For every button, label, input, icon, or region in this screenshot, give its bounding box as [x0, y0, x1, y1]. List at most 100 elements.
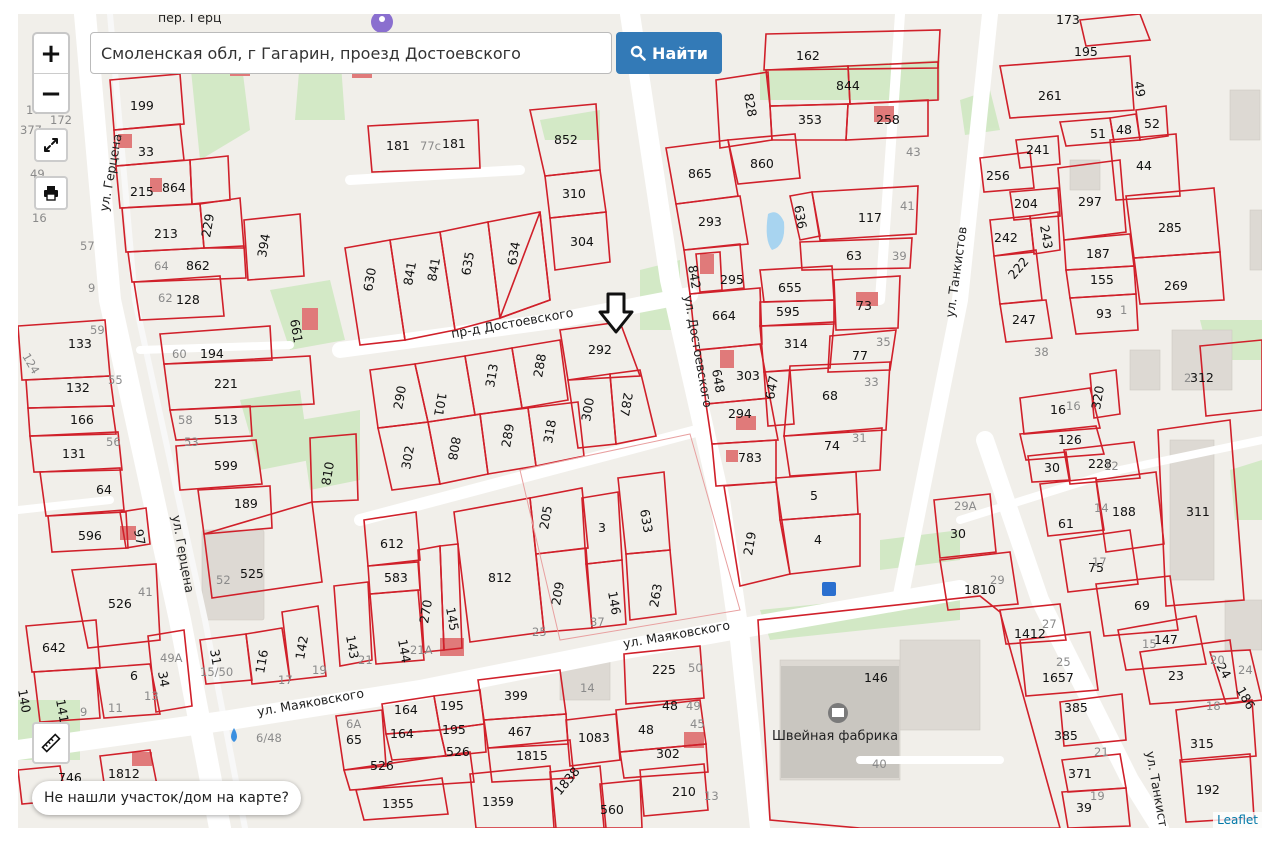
print-button[interactable]: [34, 176, 68, 210]
parcel-label: 304: [570, 234, 594, 249]
parcel-label: 633: [637, 508, 656, 534]
parcel-label: 312: [1190, 370, 1214, 385]
parcel-label: 33: [138, 144, 154, 159]
parcel-label: 303: [736, 368, 760, 383]
zoom-out-button[interactable]: −: [34, 74, 68, 113]
parcel-label: 310: [562, 186, 586, 201]
parcel-label: 195: [440, 698, 464, 713]
parcel-label: 52: [216, 573, 231, 587]
house-number: 14: [580, 681, 595, 695]
house-number: 12: [1104, 459, 1119, 473]
parcel-label: 467: [508, 724, 532, 739]
parcel-label: 263: [646, 582, 665, 608]
house-number: 29: [990, 573, 1005, 587]
house-number: 55: [108, 373, 123, 387]
parcel-label: 302: [398, 444, 417, 470]
not-found-hint-button[interactable]: Не нашли участок/дом на карте?: [32, 781, 301, 815]
parcel-label: 68: [822, 388, 838, 403]
parcel-label: 155: [1090, 272, 1114, 287]
parcel-label: 595: [776, 304, 800, 319]
parcel-label: 61: [1058, 516, 1074, 531]
parcel-label: 77: [852, 348, 868, 363]
house-number: 172: [50, 113, 72, 127]
parcel-label: 292: [588, 342, 612, 357]
parcel-label: 294: [728, 406, 752, 421]
house-number: 20: [1210, 653, 1225, 667]
house-number: 16: [1066, 399, 1081, 413]
parcel-label: 141: [53, 698, 72, 724]
parcel-label: 634: [504, 240, 523, 266]
parcel-label: 1815: [516, 748, 548, 763]
zoom-control: + −: [32, 32, 70, 114]
parcel-label: 181: [442, 136, 466, 151]
house-number: 9: [88, 281, 95, 295]
parcel-label: 258: [876, 112, 900, 127]
parcel-label: 64: [96, 482, 112, 497]
parcel-label: 315: [1190, 736, 1214, 751]
parcel-label: 64: [154, 259, 169, 273]
parcel-label: 48: [662, 698, 678, 713]
parcel-label: 31: [207, 648, 225, 666]
parcel-label: 864: [162, 180, 186, 195]
house-number: 38: [1034, 345, 1049, 359]
zoom-in-button[interactable]: +: [34, 34, 68, 74]
parcel-label: 44: [1136, 158, 1152, 173]
parcel-label: 285: [1158, 220, 1182, 235]
parcel-label: 204: [1014, 196, 1038, 211]
parcel-label: 69: [1134, 598, 1150, 613]
parcel-label: 17: [278, 673, 293, 687]
parcel-label: 41: [138, 585, 153, 599]
parcel-label: 1812: [108, 766, 140, 781]
house-number: 50: [688, 661, 703, 675]
parcel-label: 5: [810, 488, 818, 503]
fullscreen-icon: [44, 138, 58, 152]
parcel-label: 65: [346, 732, 362, 747]
ruler-button[interactable]: [32, 722, 70, 764]
parcel-label: 164: [390, 726, 414, 741]
parcel-label: 199: [130, 98, 154, 113]
parcel-label: 243: [1037, 224, 1056, 250]
parcel-label: 399: [504, 688, 528, 703]
parcel-label: 270: [416, 598, 435, 624]
house-number: 33: [864, 375, 879, 389]
parcel-label: 162: [796, 48, 820, 63]
parcel-label: 58: [178, 413, 193, 427]
search-icon: [630, 45, 646, 61]
parcel-label: 166: [70, 412, 94, 427]
house-number: 59: [90, 323, 105, 337]
parcel-label: 256: [986, 168, 1010, 183]
house-number: 15: [1142, 637, 1157, 651]
house-number: 2: [1184, 371, 1191, 385]
parcel-label: 6А: [346, 717, 361, 731]
street-tankistov-top: ул. Танкистов: [942, 226, 970, 319]
factory-label: Швейная фабрика: [772, 729, 898, 744]
parcel-label: 1083: [578, 730, 610, 745]
parcel-label: 635: [458, 250, 477, 276]
house-number: 53: [184, 435, 199, 449]
house-number: 49: [686, 699, 701, 713]
house-number: 18: [1206, 699, 1221, 713]
leaflet-attribution[interactable]: Leaflet: [1213, 812, 1262, 828]
parcel-label: 612: [380, 536, 404, 551]
house-number: 31: [852, 431, 867, 445]
parcel-label: 19: [312, 663, 327, 677]
parcel-label: 229: [198, 212, 217, 238]
parcel-label: 314: [784, 336, 808, 351]
parcel-label: 188: [1112, 504, 1136, 519]
parcel-label: 526: [108, 596, 132, 611]
house-number: 57: [80, 239, 95, 253]
find-button[interactable]: Найти: [616, 32, 722, 74]
house-number: 37: [590, 615, 605, 629]
house-number: 1: [1120, 303, 1127, 317]
parcel-label: 599: [214, 458, 238, 473]
parcel-label: 313: [482, 362, 501, 388]
parcel-label: 34: [155, 670, 173, 688]
parcel-label: 261: [1038, 88, 1062, 103]
fullscreen-button[interactable]: [34, 128, 68, 162]
search-input[interactable]: [90, 32, 612, 74]
parcel-label: 828: [741, 92, 760, 118]
parcel-label: 269: [1164, 278, 1188, 293]
parcel-label: 210: [672, 784, 696, 799]
parcel-label: 186: [1233, 684, 1258, 712]
map-canvas[interactable]: ул. Герцена ул. Герцена пр-д Достоевског…: [18, 14, 1262, 828]
